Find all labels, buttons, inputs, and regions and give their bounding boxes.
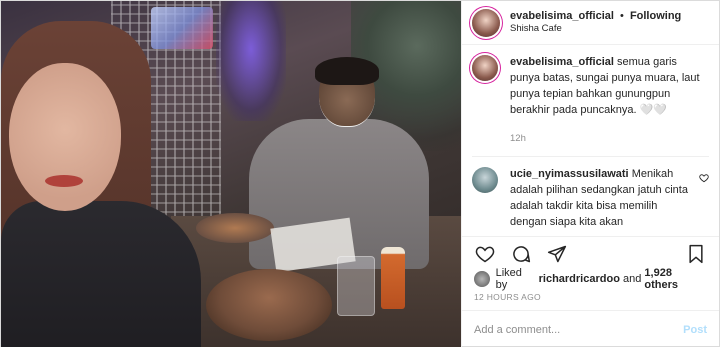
location-link[interactable]: Shisha Cafe xyxy=(510,23,681,35)
clay-pot xyxy=(206,269,332,341)
author-avatar[interactable] xyxy=(472,8,500,37)
post-sidebar: evabelisima_official • Following Shisha … xyxy=(461,1,719,347)
comment-icon[interactable] xyxy=(510,243,532,265)
liker-avatar[interactable] xyxy=(474,271,490,287)
post-header: evabelisima_official • Following Shisha … xyxy=(462,1,719,45)
likes-summary: Liked by richardricardoo and 1,928 other… xyxy=(462,267,719,291)
drink-bottle xyxy=(381,247,405,309)
bookmark-icon[interactable] xyxy=(685,243,707,265)
commenter-avatar[interactable] xyxy=(472,166,498,193)
water-glass xyxy=(337,256,375,316)
liker-username[interactable]: richardricardoo xyxy=(539,273,620,285)
likes-and: and xyxy=(622,273,642,285)
post-photo[interactable] xyxy=(1,1,461,347)
selfie-woman xyxy=(1,21,201,347)
author-username[interactable]: evabelisima_official xyxy=(510,10,614,22)
add-comment-bar: Post xyxy=(462,310,719,347)
food-plate xyxy=(196,213,274,243)
separator-dot: • xyxy=(620,9,624,22)
action-bar xyxy=(462,236,719,270)
commenter-username[interactable]: ucie_nyimassusilawati xyxy=(510,168,629,180)
follow-status-button[interactable]: Following xyxy=(630,10,681,22)
comment-like-icon[interactable] xyxy=(699,173,709,231)
caption-time[interactable]: 12h xyxy=(510,133,709,144)
comment-item: ucie_nyimassusilawati Menikah adalah pil… xyxy=(472,155,709,231)
caption: evabelisima_official semua garis punya b… xyxy=(472,55,709,119)
heart-icon[interactable] xyxy=(474,243,496,265)
share-icon[interactable] xyxy=(546,243,568,265)
post-comment-button[interactable]: Post xyxy=(683,324,707,336)
caption-avatar[interactable] xyxy=(472,55,498,81)
post-timestamp[interactable]: 12 HOURS AGO xyxy=(462,288,719,310)
comment-input[interactable] xyxy=(474,323,684,336)
caption-username[interactable]: evabelisima_official xyxy=(510,56,614,68)
instagram-post: evabelisima_official • Following Shisha … xyxy=(0,0,720,347)
comments-section[interactable]: evabelisima_official semua garis punya b… xyxy=(462,45,719,236)
